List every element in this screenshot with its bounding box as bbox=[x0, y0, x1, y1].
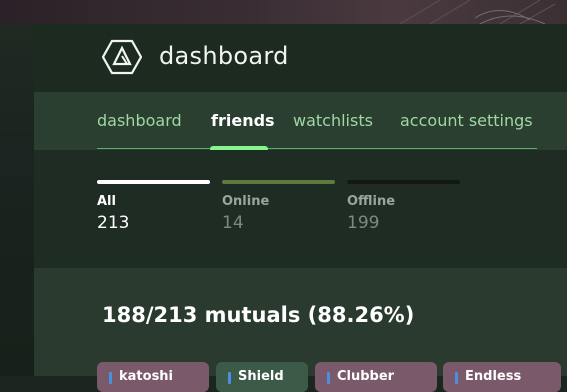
filter-online-label: Online bbox=[222, 194, 270, 209]
friend-name: katoshi bbox=[119, 369, 174, 384]
background-pattern bbox=[399, 0, 556, 24]
filter-online-bar bbox=[222, 180, 335, 184]
filter-offline[interactable]: Offline 199 bbox=[347, 180, 461, 233]
tab-dashboard[interactable]: dashboard bbox=[97, 111, 182, 130]
filter-offline-bar bbox=[347, 180, 460, 184]
tab-account-settings[interactable]: account settings bbox=[400, 111, 533, 130]
filter-all-bar bbox=[97, 180, 210, 184]
friend-status-icon bbox=[455, 372, 458, 384]
filter-all-count: 213 bbox=[97, 213, 130, 233]
filter-all-label: All bbox=[97, 194, 116, 209]
mutuals-section: 188/213 mutuals (88.26%) katoshi Shield … bbox=[34, 268, 567, 392]
filter-online-count: 14 bbox=[222, 213, 244, 233]
app-title: dashboard bbox=[159, 42, 289, 70]
friend-status-icon bbox=[327, 372, 330, 384]
logo-icon bbox=[102, 39, 142, 75]
filter-all[interactable]: All 213 bbox=[97, 180, 211, 233]
background-left-strip bbox=[0, 24, 34, 376]
friend-status-icon bbox=[228, 372, 231, 384]
friend-chip[interactable]: Endless bbox=[443, 362, 561, 392]
friend-chip[interactable]: Clubber bbox=[315, 362, 437, 392]
panel-header: dashboard bbox=[34, 24, 567, 92]
tab-friends[interactable]: friends bbox=[211, 111, 275, 130]
tab-bar: dashboard friends watchlists account set… bbox=[34, 92, 567, 152]
tab-underline bbox=[97, 148, 537, 149]
filter-offline-count: 199 bbox=[347, 213, 380, 233]
mutuals-summary: 188/213 mutuals (88.26%) bbox=[102, 303, 415, 327]
friend-counts: All 213 Online 14 Offline 199 bbox=[34, 150, 567, 268]
friend-name: Shield bbox=[238, 369, 284, 384]
friend-chip[interactable]: katoshi bbox=[97, 362, 209, 392]
friend-status-icon bbox=[109, 372, 112, 384]
filter-online[interactable]: Online 14 bbox=[222, 180, 336, 233]
friend-chip[interactable]: Shield bbox=[216, 362, 308, 392]
tab-watchlists[interactable]: watchlists bbox=[293, 111, 373, 130]
friend-name: Endless bbox=[465, 369, 522, 384]
friend-name: Clubber bbox=[337, 369, 395, 384]
filter-offline-label: Offline bbox=[347, 194, 396, 209]
friends-panel: dashboard dashboard friends watchlists a… bbox=[34, 24, 567, 392]
